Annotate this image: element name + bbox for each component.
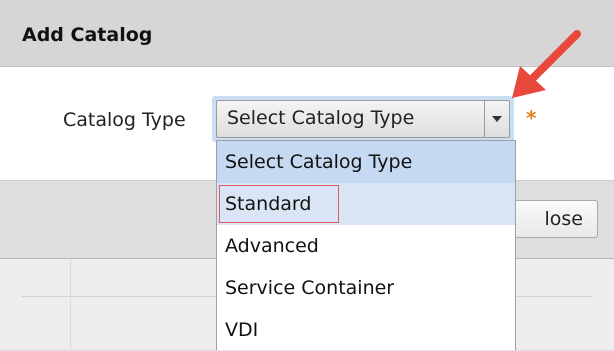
dropdown-option-label: Standard	[225, 193, 312, 215]
dropdown-option-select-catalog-type[interactable]: Select Catalog Type	[217, 141, 515, 183]
dropdown-option-service-container[interactable]: Service Container	[217, 267, 515, 309]
required-marker: *	[526, 106, 537, 130]
chevron-down-icon	[492, 116, 502, 122]
catalog-type-select[interactable]: Select Catalog Type	[216, 100, 510, 138]
dropdown-option-advanced[interactable]: Advanced	[217, 225, 515, 267]
dialog-header: Add Catalog	[0, 0, 614, 67]
dropdown-option-label: Select Catalog Type	[225, 151, 413, 173]
catalog-type-label: Catalog Type	[63, 109, 186, 131]
dropdown-option-label: Service Container	[225, 277, 395, 299]
dropdown-option-standard[interactable]: Standard	[217, 183, 515, 225]
divider	[70, 259, 71, 349]
catalog-type-dropdown-list: Select Catalog Type Standard Advanced Se…	[216, 140, 516, 350]
catalog-type-select-focus-ring: Select Catalog Type	[212, 96, 514, 142]
dialog-title: Add Catalog	[22, 24, 153, 46]
dropdown-option-label: VDI	[225, 319, 259, 341]
dropdown-option-label: Advanced	[225, 235, 319, 257]
dropdown-option-vdi[interactable]: VDI	[217, 309, 515, 351]
dropdown-toggle-button[interactable]	[484, 101, 509, 137]
catalog-type-select-value: Select Catalog Type	[227, 107, 415, 129]
